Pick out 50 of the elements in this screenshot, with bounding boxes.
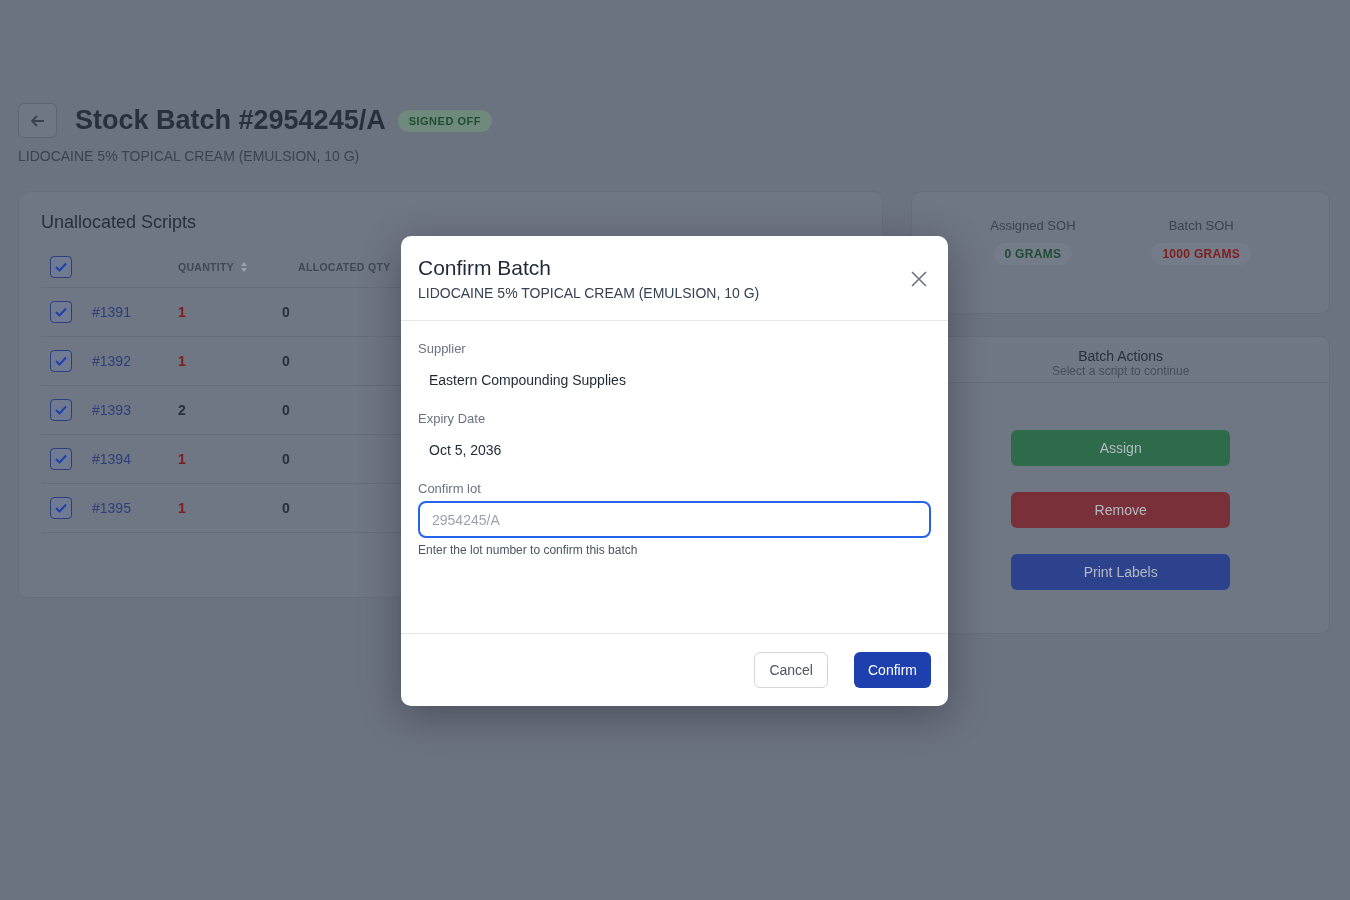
status-badge: SIGNED OFF <box>397 109 492 132</box>
field-label: Confirm lot <box>418 481 482 496</box>
check-icon <box>55 405 67 415</box>
check-icon <box>55 262 67 272</box>
field-label: Expiry Date <box>418 411 487 426</box>
check-icon <box>55 307 67 317</box>
actions-title: Batch Actions <box>1078 348 1164 364</box>
action-button[interactable]: Assign <box>1011 430 1231 466</box>
allocated-cell: 0 <box>282 304 290 320</box>
select-all-checkbox[interactable] <box>50 256 72 278</box>
script-link[interactable]: #1395 <box>92 500 158 516</box>
quantity-cell-text: 1 <box>178 500 187 516</box>
check-icon <box>55 454 67 464</box>
sort-icon <box>240 261 249 273</box>
allocated-cell: 0 <box>282 353 290 369</box>
row-checkbox[interactable] <box>50 497 72 519</box>
allocated-cell: 0 <box>282 500 290 516</box>
soh-badge: 1000 GRAMS <box>1151 243 1252 265</box>
confirm-button[interactable]: Confirm <box>854 652 931 688</box>
close-icon <box>911 270 927 287</box>
page-title: Stock Batch #2954245/A <box>75 105 386 136</box>
field-label: Supplier <box>418 341 467 356</box>
script-link[interactable]: #1393 <box>92 402 158 418</box>
card-title: Unallocated Scripts <box>41 212 198 233</box>
row-checkbox[interactable] <box>50 301 72 323</box>
script-link[interactable]: #1394 <box>92 451 158 467</box>
allocated-cell: 0 <box>282 402 290 418</box>
cancel-button[interactable]: Cancel <box>754 652 828 688</box>
quantity-cell-text: 2 <box>178 402 187 418</box>
script-link[interactable]: #1392 <box>92 353 158 369</box>
help-text: Enter the lot number to confirm this batch <box>418 543 639 557</box>
lot-input-field[interactable]: 2954245/A <box>418 501 931 538</box>
row-checkbox[interactable] <box>50 350 72 372</box>
row-checkbox[interactable] <box>50 448 72 470</box>
allocated-cell: 0 <box>282 451 290 467</box>
dialog-title: Confirm Batch <box>418 256 553 280</box>
back-button[interactable] <box>18 103 57 138</box>
check-icon <box>55 356 67 366</box>
action-button[interactable]: Print Labels <box>1011 554 1231 590</box>
quantity-cell-text: 1 <box>178 304 187 320</box>
dialog-subtitle: LIDOCAINE 5% TOPICAL CREAM (EMULSION, 10 G) <box>418 285 760 301</box>
quantity-cell-text: 1 <box>178 451 187 467</box>
soh-badge: 0 GRAMS <box>993 243 1073 265</box>
check-icon <box>55 503 67 513</box>
row-checkbox[interactable] <box>50 399 72 421</box>
script-link[interactable]: #1391 <box>92 304 158 320</box>
quantity-cell-text: 1 <box>178 353 187 369</box>
action-button[interactable]: Remove <box>1011 492 1231 528</box>
field-value: Oct 5, 2036 <box>428 441 503 458</box>
field-value: Eastern Compounding Supplies <box>428 371 627 388</box>
